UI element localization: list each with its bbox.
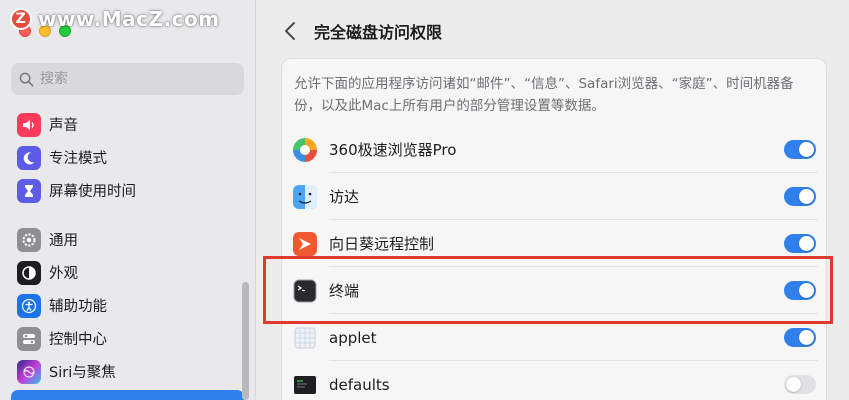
list-item: 向日葵远程控制 (282, 220, 826, 267)
toggle-knob (799, 330, 814, 345)
main-content: 完全磁盘访问权限 允许下面的应用程序访问诸如“邮件”、“信息”、Safari浏览… (257, 0, 849, 400)
chevron-left-icon (285, 22, 295, 40)
list-item: 终端 (282, 267, 826, 314)
watermark-logo-icon: Z (10, 8, 32, 30)
sidebar-item-sound[interactable]: 声音 (11, 108, 244, 141)
sidebar-item-label: 通用 (49, 233, 78, 249)
sidebar-item-accessibility[interactable]: 辅助功能 (11, 289, 244, 322)
page-title: 完全磁盘访问权限 (314, 23, 443, 42)
speaker-icon (17, 112, 41, 137)
sidebar-item-label: 辅助功能 (49, 299, 107, 315)
permission-description: 允许下面的应用程序访问诸如“邮件”、“信息”、Safari浏览器、“家庭”、时间… (294, 76, 794, 114)
app-name: 终端 (329, 282, 360, 300)
sidebar-item-label: 控制中心 (49, 332, 107, 348)
sidebar-separator (11, 207, 244, 223)
appearance-icon (17, 260, 41, 285)
search-input[interactable] (40, 71, 230, 87)
accessibility-icon (17, 293, 41, 318)
toggle-knob (799, 142, 814, 157)
app-name: 访达 (329, 188, 360, 206)
access-toggle-terminal[interactable] (784, 281, 816, 300)
list-item: applet (282, 314, 826, 361)
moon-icon (17, 145, 41, 170)
sidebar-item-privacy-selected[interactable] (11, 390, 244, 400)
app-name: applet (329, 328, 377, 347)
applet-icon (292, 325, 318, 351)
sidebar-item-label: 外观 (49, 266, 78, 282)
sidebar-list: 声音 专注模式 屏幕使用时间 通用 外观 辅助功能 控制中心 Siri与聚焦 (11, 108, 244, 400)
toggle-knob (799, 236, 814, 251)
toggle-knob (786, 377, 801, 392)
watermark: Z www.MacZ.com (10, 7, 220, 31)
siri-icon (17, 359, 41, 384)
access-toggle-defaults[interactable] (784, 375, 816, 394)
sidebar-item-screen-time[interactable]: 屏幕使用时间 (11, 174, 244, 207)
list-item: 访达 (282, 173, 826, 220)
sidebar-item-general[interactable]: 通用 (11, 223, 244, 256)
access-toggle-finder[interactable] (784, 187, 816, 206)
sidebar-item-label: 专注模式 (49, 151, 107, 167)
sidebar-item-focus[interactable]: 专注模式 (11, 141, 244, 174)
sidebar-item-label: Siri与聚焦 (49, 365, 116, 381)
sidebar-item-siri[interactable]: Siri与聚焦 (11, 355, 244, 388)
360-browser-icon (292, 137, 318, 163)
control-center-icon (17, 326, 41, 351)
sidebar-item-appearance[interactable]: 外观 (11, 256, 244, 289)
app-name: 向日葵远程控制 (329, 235, 435, 253)
hourglass-icon (17, 178, 41, 203)
search-icon (19, 72, 34, 86)
sunlogin-icon (292, 231, 318, 257)
header: 完全磁盘访问权限 (257, 0, 849, 60)
list-item: 360极速浏览器Pro (282, 126, 826, 173)
sidebar-item-label: 屏幕使用时间 (49, 184, 136, 200)
sidebar: Z www.MacZ.com 声音 专注模式 (0, 0, 256, 400)
app-name: defaults (329, 375, 390, 394)
access-toggle-applet[interactable] (784, 328, 816, 347)
gear-icon (17, 227, 41, 252)
sidebar-scrollbar[interactable] (242, 282, 249, 400)
list-item: defaults (282, 361, 826, 400)
app-name: 360极速浏览器Pro (329, 141, 457, 159)
finder-icon (292, 184, 318, 210)
sidebar-item-control-center[interactable]: 控制中心 (11, 322, 244, 355)
toggle-knob (799, 189, 814, 204)
watermark-text: www.MacZ.com (38, 7, 220, 31)
access-toggle-360-browser[interactable] (784, 140, 816, 159)
exec-icon (292, 372, 318, 398)
toggle-knob (799, 283, 814, 298)
app-permission-panel: 允许下面的应用程序访问诸如“邮件”、“信息”、Safari浏览器、“家庭”、时间… (281, 58, 827, 400)
access-toggle-sunlogin[interactable] (784, 234, 816, 253)
sidebar-item-label: 声音 (49, 118, 78, 134)
terminal-icon (292, 278, 318, 304)
back-button[interactable] (279, 18, 301, 44)
search-field[interactable] (11, 63, 244, 95)
